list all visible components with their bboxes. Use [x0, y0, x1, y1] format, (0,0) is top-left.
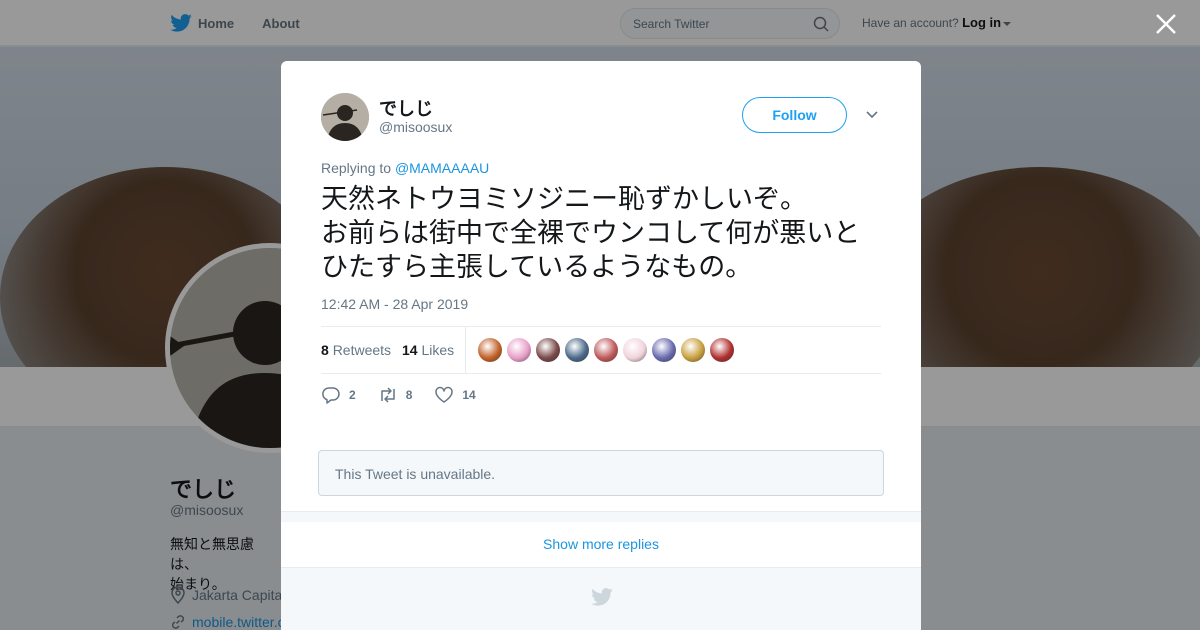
tweet-stats: 8 Retweets 14 Likes	[321, 326, 881, 374]
close-icon[interactable]	[1154, 12, 1178, 36]
liker-avatars	[478, 338, 734, 362]
retweet-icon	[380, 387, 395, 403]
heart-icon	[435, 386, 454, 403]
tweet-timestamp[interactable]: 12:42 AM - 28 Apr 2019	[321, 296, 468, 312]
retweet-action[interactable]: 8	[378, 386, 413, 404]
liker-avatar[interactable]	[710, 338, 734, 362]
replying-mention-link[interactable]: @MAMAAAAU	[395, 160, 489, 176]
tweet-actions: 2 8 14	[321, 386, 498, 404]
likes-label: Likes	[421, 342, 455, 358]
liker-avatar[interactable]	[623, 338, 647, 362]
stats-divider	[465, 327, 466, 373]
likes-stat[interactable]: 14 Likes	[402, 342, 454, 358]
chevron-down-icon[interactable]	[865, 109, 879, 121]
author-avatar[interactable]	[321, 93, 369, 141]
follow-button[interactable]: Follow	[742, 97, 847, 133]
like-action[interactable]: 14	[434, 386, 476, 404]
liker-avatar[interactable]	[507, 338, 531, 362]
retweets-stat[interactable]: 8 Retweets	[321, 342, 391, 358]
liker-avatar[interactable]	[681, 338, 705, 362]
replying-prefix: Replying to	[321, 160, 392, 176]
liker-avatar[interactable]	[478, 338, 502, 362]
liker-avatar[interactable]	[536, 338, 560, 362]
liker-avatar[interactable]	[652, 338, 676, 362]
author-avatar-image	[321, 93, 369, 141]
liker-avatar[interactable]	[594, 338, 618, 362]
show-more-replies-link[interactable]: Show more replies	[281, 522, 921, 568]
replies-separator	[281, 511, 921, 522]
modal-footer	[281, 568, 921, 630]
likes-count: 14	[402, 342, 418, 358]
author-name[interactable]: でしじ	[379, 95, 433, 121]
reply-count: 2	[349, 388, 356, 402]
retweet-count: 8	[405, 388, 413, 402]
unavailable-tweet-notice: This Tweet is unavailable.	[318, 450, 884, 496]
reply-icon	[322, 387, 340, 404]
replying-to: Replying to @MAMAAAAU	[321, 160, 489, 176]
tweet-text: 天然ネトウヨミソジニー恥ずかしいぞ。 お前らは街中で全裸でウンコして何が悪いと …	[321, 184, 861, 283]
retweets-count: 8	[321, 342, 329, 358]
retweets-label: Retweets	[332, 342, 392, 358]
like-count: 14	[462, 388, 476, 402]
tweet-modal: でしじ @misoosux Follow Replying to @MAMAAA…	[281, 61, 921, 630]
twitter-bird-icon	[591, 588, 613, 606]
liker-avatar[interactable]	[565, 338, 589, 362]
reply-action[interactable]: 2	[321, 386, 356, 404]
author-handle[interactable]: @misoosux	[379, 119, 452, 135]
